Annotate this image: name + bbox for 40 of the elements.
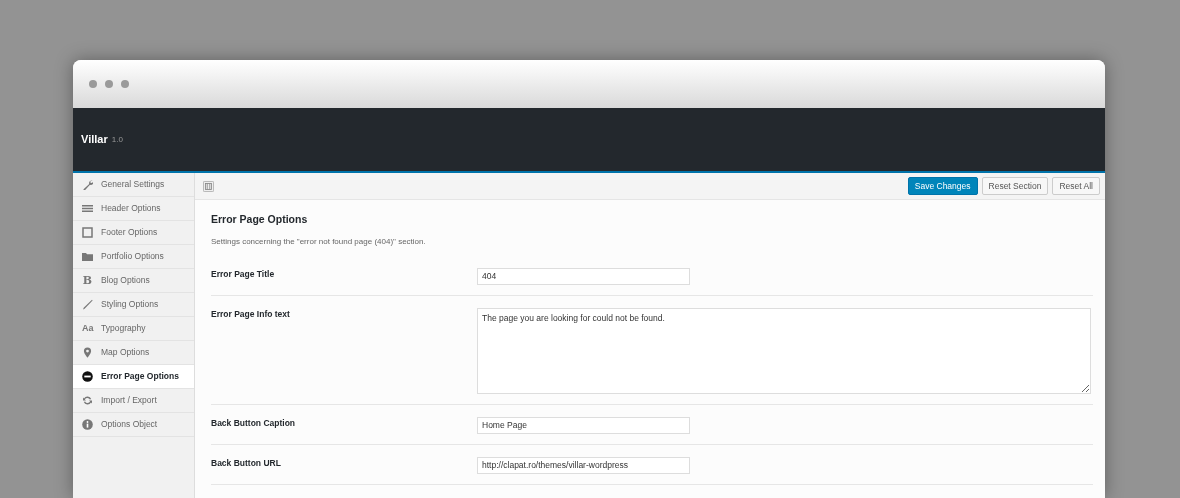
sidebar-item[interactable]: B Blog Options xyxy=(73,269,194,293)
sidebar-item[interactable]: Error Page Options xyxy=(73,365,194,389)
sidebar-item[interactable]: Styling Options xyxy=(73,293,194,317)
field-label: Error Page Info text xyxy=(211,307,291,321)
sidebar-item[interactable]: Footer Options xyxy=(73,221,194,245)
input-field[interactable]: 404 xyxy=(477,267,690,285)
refresh-icon xyxy=(82,395,93,406)
app-title: Villar xyxy=(81,132,108,148)
sidebar-item[interactable]: Import / Export xyxy=(73,389,194,413)
window-dot xyxy=(105,80,113,88)
glyph-icon: B xyxy=(82,275,93,286)
glyph-icon: Aa xyxy=(82,323,93,334)
input-field[interactable]: Home Page xyxy=(477,416,690,434)
layout-icon[interactable] xyxy=(203,180,214,192)
pencil-icon xyxy=(82,299,93,310)
folder-icon xyxy=(82,251,93,262)
section-title: Error Page Options xyxy=(211,212,309,227)
reset-button[interactable]: Reset All xyxy=(1052,176,1100,196)
menu-icon xyxy=(82,203,93,214)
field-label: Back Button URL xyxy=(211,456,282,470)
minus-circle-icon xyxy=(82,371,93,382)
reset-button[interactable]: Reset Section xyxy=(981,176,1049,196)
sidebar-item[interactable]: Header Options xyxy=(73,197,194,221)
app-version: 1.0 xyxy=(111,133,123,146)
window-dot xyxy=(121,80,129,88)
square-icon xyxy=(82,227,93,238)
sidebar-item[interactable]: Options Object xyxy=(73,413,194,437)
save-button[interactable]: Save Changes xyxy=(907,176,978,196)
sidebar-item[interactable]: Aa Typography xyxy=(73,317,194,341)
window-dot xyxy=(89,80,97,88)
field-label: Back Button Caption xyxy=(211,416,297,430)
input-field[interactable]: http://clapat.ro/themes/villar-wordpress xyxy=(477,456,690,474)
sidebar-item[interactable]: Portfolio Options xyxy=(73,245,194,269)
field-label: Error Page Title xyxy=(211,267,276,281)
info-icon xyxy=(82,419,93,430)
wrench-icon xyxy=(82,179,93,190)
sidebar-item[interactable]: General Settings xyxy=(73,173,194,197)
textarea-field[interactable]: The page you are looking for could not be found. xyxy=(477,307,1091,394)
section-description: Settings concerning the "error not found page (404)" section. xyxy=(211,235,427,248)
map-pin-icon xyxy=(82,347,93,358)
